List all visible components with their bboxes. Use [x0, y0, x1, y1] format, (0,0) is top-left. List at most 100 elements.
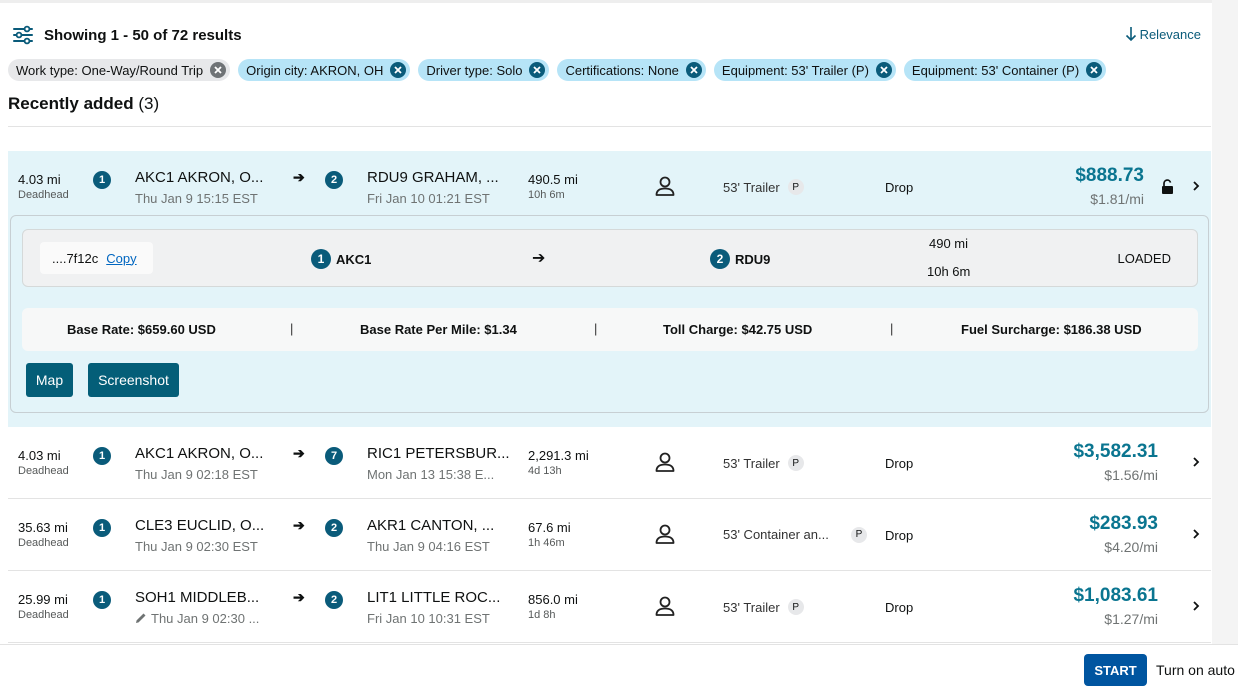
equipment-label: 53' Trailer: [723, 455, 780, 471]
fuel-surcharge: Fuel Surcharge: $186.38 USD: [961, 322, 1142, 337]
route-card: ....7f12c Copy 1 AKC1 ➔ 2 RDU9 490 mi 10…: [22, 229, 1198, 287]
destination-name: RDU9 GRAHAM, ...: [367, 169, 499, 186]
destination-name: LIT1 LITTLE ROC...: [367, 589, 501, 606]
unlocked-icon[interactable]: [1161, 179, 1174, 195]
filter-chip-label: Equipment: 53' Container (P): [911, 62, 1080, 78]
start-button[interactable]: START: [1084, 654, 1147, 686]
load-summary[interactable]: 4.03 mi Deadhead 1 AKC1 AKRON, O... Thu …: [8, 427, 1211, 499]
chevron-right-icon[interactable]: [1191, 179, 1201, 193]
origin-time-text: Thu Jan 9 15:15 EST: [135, 191, 258, 206]
p-badge: P: [787, 179, 804, 195]
copy-link[interactable]: Copy: [106, 251, 136, 266]
load-details: ....7f12c Copy 1 AKC1 ➔ 2 RDU9 490 mi 10…: [10, 215, 1209, 413]
footer-bar: START Turn on auto: [0, 644, 1238, 692]
load-row[interactable]: 4.03 mi Deadhead 1 AKC1 AKRON, O... Thu …: [8, 151, 1211, 427]
equipment: 53' Trailer P: [723, 599, 804, 615]
origin-time: Thu Jan 9 02:18 EST: [135, 467, 258, 482]
p-badge: P: [851, 526, 867, 543]
load-row[interactable]: 35.63 mi Deadhead 1 CLE3 EUCLID, O... Th…: [8, 499, 1211, 571]
chevron-right-icon[interactable]: [1191, 527, 1201, 541]
filter-chip[interactable]: Driver type: Solo: [418, 59, 550, 81]
load-summary[interactable]: 25.99 mi Deadhead 1 SOH1 MIDDLEB... Thu …: [8, 571, 1211, 643]
filter-chip[interactable]: Origin city: AKRON, OH: [238, 59, 411, 81]
separator: |: [594, 321, 598, 336]
load-list: 4.03 mi Deadhead 1 AKC1 AKRON, O... Thu …: [8, 151, 1211, 643]
destination-name: AKR1 CANTON, ...: [367, 517, 495, 534]
deadhead-distance: 4.03 mi: [18, 172, 61, 187]
filter-sliders-icon[interactable]: [12, 24, 34, 46]
origin-stop-badge: 1: [93, 171, 111, 189]
chevron-right-icon[interactable]: [1191, 599, 1201, 613]
destination-name: RIC1 PETERSBUR...: [367, 445, 510, 462]
equipment: 53' Trailer P: [723, 455, 804, 471]
trip-distance: 856.0 mi: [528, 592, 578, 607]
close-icon[interactable]: [875, 62, 892, 78]
results-count: Showing 1 - 50 of 72 results: [44, 26, 242, 44]
origin-name: AKC1 AKRON, O...: [135, 169, 264, 186]
trailer-type: Drop: [885, 456, 914, 471]
trip-duration: 10h 6m: [528, 189, 565, 201]
section-divider: [8, 126, 1211, 127]
sort-button[interactable]: Relevance: [1125, 26, 1201, 42]
close-icon[interactable]: [390, 62, 407, 78]
origin-stop-badge: 1: [93, 519, 111, 537]
destination-stop-badge: 2: [325, 519, 343, 537]
destination-code: RDU9: [735, 251, 771, 267]
close-icon[interactable]: [210, 62, 227, 78]
filter-chip[interactable]: Work type: One-Way/Round Trip: [8, 59, 231, 81]
filter-chip[interactable]: Equipment: 53' Container (P): [903, 59, 1107, 81]
person-icon: [655, 524, 675, 544]
origin-name: SOH1 MIDDLEB...: [135, 589, 260, 606]
filter-chip[interactable]: Certifications: None: [557, 59, 706, 81]
active-filters: Work type: One-Way/Round Trip Origin cit…: [8, 59, 1107, 81]
top-divider: [0, 0, 1212, 3]
load-row[interactable]: 4.03 mi Deadhead 1 AKC1 AKRON, O... Thu …: [8, 427, 1211, 499]
origin-name: AKC1 AKRON, O...: [135, 445, 264, 462]
pencil-icon: [136, 613, 146, 623]
trip-distance: 490.5 mi: [528, 172, 578, 187]
trip-duration: 4d 13h: [528, 465, 562, 477]
load-summary[interactable]: 35.63 mi Deadhead 1 CLE3 EUCLID, O... Th…: [8, 499, 1211, 571]
destination-time: Fri Jan 10 10:31 EST: [367, 611, 490, 626]
sort-label: Relevance: [1139, 26, 1201, 42]
filter-chip[interactable]: Equipment: 53' Trailer (P): [713, 59, 896, 81]
equipment: 53' Container an... P: [723, 526, 867, 543]
equipment-label: 53' Trailer: [723, 179, 780, 195]
map-button[interactable]: Map: [26, 363, 73, 397]
person-icon: [655, 596, 675, 616]
origin-time-text: Thu Jan 9 02:18 EST: [135, 467, 258, 482]
load-price: $3,582.31: [1073, 441, 1158, 462]
origin-time-text: Thu Jan 9 02:30 ...: [151, 611, 260, 626]
route-destination: 2 RDU9: [710, 249, 770, 269]
scrollbar[interactable]: [1212, 0, 1238, 644]
destination-stop-badge: 2: [710, 249, 730, 269]
price-per-mile: $1.81/mi: [1090, 191, 1144, 207]
base-rate: Base Rate: $659.60 USD: [67, 322, 216, 337]
close-icon[interactable]: [1086, 62, 1103, 78]
equipment-label: 53' Trailer: [723, 599, 780, 615]
filter-chip-label: Driver type: Solo: [426, 62, 523, 78]
price-per-mile: $4.20/mi: [1104, 539, 1158, 555]
auto-text: Turn on auto: [1156, 662, 1235, 678]
destination-time: Thu Jan 9 04:16 EST: [367, 539, 490, 554]
p-badge: P: [787, 455, 804, 471]
load-price: $283.93: [1089, 513, 1158, 534]
load-summary[interactable]: 4.03 mi Deadhead 1 AKC1 AKRON, O... Thu …: [8, 151, 1211, 223]
trip-distance: 2,291.3 mi: [528, 448, 589, 463]
separator: |: [890, 321, 894, 336]
load-price: $1,083.61: [1073, 585, 1158, 606]
trip-duration: 1d 8h: [528, 609, 556, 621]
close-icon[interactable]: [685, 62, 702, 78]
origin-name: CLE3 EUCLID, O...: [135, 517, 265, 534]
close-icon[interactable]: [529, 62, 546, 78]
origin-time: Thu Jan 9 15:15 EST: [135, 191, 258, 206]
section-title: Recently added (3): [8, 94, 159, 114]
chevron-right-icon[interactable]: [1191, 455, 1201, 469]
screenshot-button[interactable]: Screenshot: [88, 363, 179, 397]
person-icon: [655, 452, 675, 472]
load-row[interactable]: 25.99 mi Deadhead 1 SOH1 MIDDLEB... Thu …: [8, 571, 1211, 643]
price-per-mile: $1.56/mi: [1104, 467, 1158, 483]
origin-time-text: Thu Jan 9 02:30 EST: [135, 539, 258, 554]
section-count: (3): [138, 94, 160, 113]
destination-time: Fri Jan 10 01:21 EST: [367, 191, 490, 206]
